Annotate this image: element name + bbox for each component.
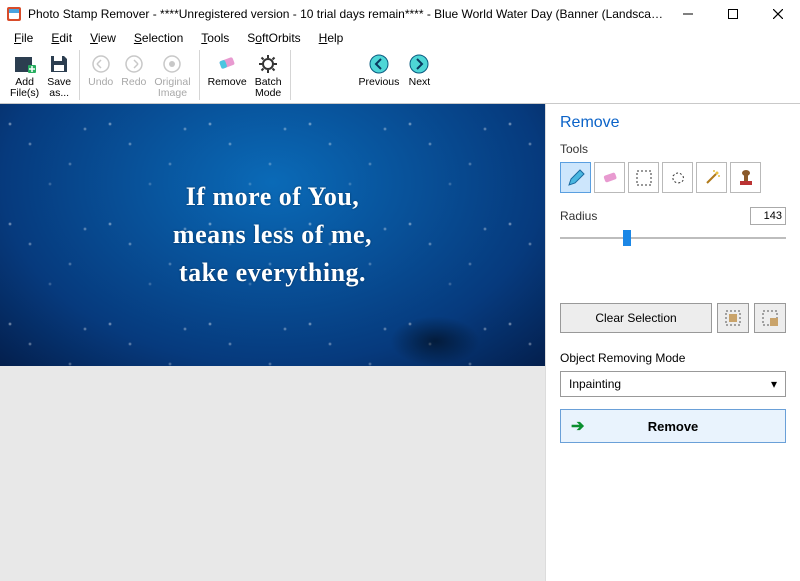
batch-mode-button[interactable]: Batch Mode <box>251 50 286 100</box>
remove-button[interactable]: ➔ Remove <box>560 409 786 443</box>
chevron-down-icon: ▾ <box>771 377 777 391</box>
deselect-icon <box>761 309 779 327</box>
save-as-label: Save as... <box>47 77 71 99</box>
eraser-small-icon <box>600 168 620 188</box>
previous-icon <box>367 52 391 76</box>
title-bar: Photo Stamp Remover - ****Unregistered v… <box>0 0 800 28</box>
menu-view[interactable]: View <box>82 29 124 47</box>
app-icon <box>6 6 22 22</box>
mode-dropdown[interactable]: Inpainting ▾ <box>560 371 786 397</box>
menu-softorbits[interactable]: SoftOrbits <box>239 29 308 47</box>
canvas-area: If more of You, means less of me, take e… <box>0 104 545 581</box>
redo-icon <box>122 52 146 76</box>
radius-slider[interactable] <box>560 227 786 249</box>
mode-value: Inpainting <box>569 377 621 391</box>
add-files-icon <box>13 52 37 76</box>
previous-label: Previous <box>359 77 400 88</box>
eraser-icon <box>215 52 239 76</box>
next-label: Next <box>409 77 431 88</box>
arrow-right-icon: ➔ <box>571 416 584 436</box>
next-button[interactable]: Next <box>403 50 435 100</box>
radius-input[interactable] <box>750 207 786 225</box>
window-title: Photo Stamp Remover - ****Unregistered v… <box>28 7 665 21</box>
canvas-text-line-2: means less of me, <box>173 220 372 250</box>
clear-selection-label: Clear Selection <box>595 311 676 325</box>
undo-icon <box>89 52 113 76</box>
stamp-icon <box>736 168 756 188</box>
menu-file[interactable]: File <box>6 29 41 47</box>
tool-marker[interactable] <box>560 162 591 193</box>
original-image-label: Original Image <box>154 77 190 99</box>
menu-bar: File Edit View Selection Tools SoftOrbit… <box>0 28 800 48</box>
mode-label: Object Removing Mode <box>560 351 786 365</box>
tool-clone-stamp[interactable] <box>730 162 761 193</box>
save-icon <box>47 52 71 76</box>
original-image-button[interactable]: Original Image <box>150 50 194 100</box>
previous-button[interactable]: Previous <box>355 50 404 100</box>
save-as-button[interactable]: Save as... <box>43 50 75 100</box>
menu-help[interactable]: Help <box>311 29 352 47</box>
remove-toolbar-button[interactable]: Remove <box>204 50 251 100</box>
select-all-icon <box>724 309 742 327</box>
tool-magic-wand[interactable] <box>696 162 727 193</box>
select-all-button[interactable] <box>717 303 749 333</box>
slider-thumb[interactable] <box>623 230 631 246</box>
add-files-button[interactable]: Add File(s) <box>6 50 43 100</box>
menu-edit[interactable]: Edit <box>43 29 80 47</box>
tool-palette <box>560 162 786 193</box>
original-image-icon <box>160 52 184 76</box>
tool-rect-select[interactable] <box>628 162 659 193</box>
tool-eraser[interactable] <box>594 162 625 193</box>
tool-lasso[interactable] <box>662 162 693 193</box>
close-button[interactable] <box>755 0 800 28</box>
menu-selection[interactable]: Selection <box>126 29 191 47</box>
side-panel: Remove Tools Radius Clear Selection Obje… <box>545 104 800 581</box>
tools-label: Tools <box>560 142 786 156</box>
main-toolbar: Add File(s) Save as... Undo Redo Origina… <box>0 48 800 104</box>
gear-icon <box>256 52 280 76</box>
maximize-button[interactable] <box>710 0 755 28</box>
rect-select-icon <box>634 168 654 188</box>
lasso-icon <box>668 168 688 188</box>
radius-label: Radius <box>560 209 597 223</box>
pencil-icon <box>566 168 586 188</box>
add-files-label: Add File(s) <box>10 77 39 99</box>
workspace: If more of You, means less of me, take e… <box>0 104 800 581</box>
menu-tools[interactable]: Tools <box>193 29 237 47</box>
next-icon <box>407 52 431 76</box>
panel-title: Remove <box>560 114 786 132</box>
slider-track <box>560 237 786 239</box>
canvas-text-line-1: If more of You, <box>186 182 360 212</box>
image-canvas[interactable]: If more of You, means less of me, take e… <box>0 104 545 366</box>
undo-button[interactable]: Undo <box>84 50 117 100</box>
deselect-button[interactable] <box>754 303 786 333</box>
remove-toolbar-label: Remove <box>208 77 247 88</box>
remove-button-label: Remove <box>648 419 699 434</box>
magic-wand-icon <box>702 168 722 188</box>
redo-button[interactable]: Redo <box>117 50 150 100</box>
redo-label: Redo <box>121 77 146 88</box>
minimize-button[interactable] <box>665 0 710 28</box>
clear-selection-button[interactable]: Clear Selection <box>560 303 712 333</box>
window-controls <box>665 0 800 28</box>
undo-label: Undo <box>88 77 113 88</box>
canvas-text-line-3: take everything. <box>179 258 366 288</box>
batch-mode-label: Batch Mode <box>255 77 282 99</box>
